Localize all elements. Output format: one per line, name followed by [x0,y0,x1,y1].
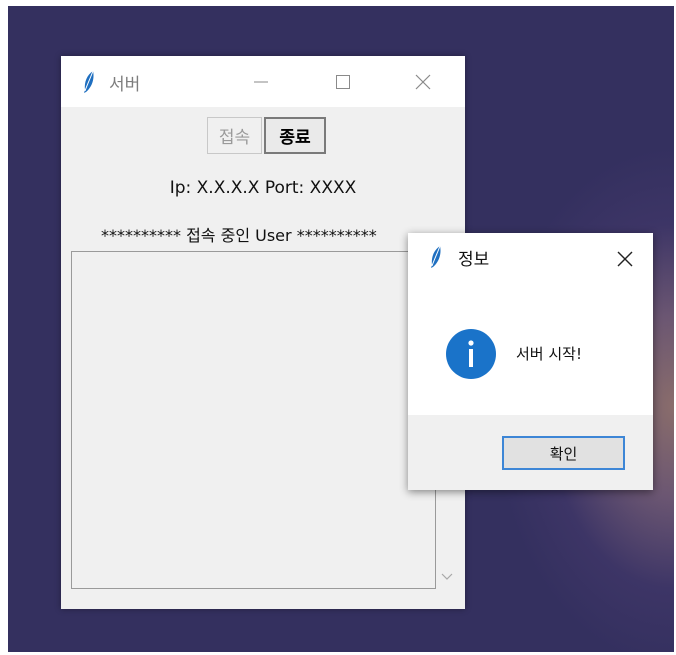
ok-button[interactable]: 확인 [502,436,625,470]
scroll-down-button[interactable] [439,571,455,583]
close-icon [415,74,431,90]
title-bar[interactable]: 서버 [61,56,465,107]
dialog-footer: 확인 [408,415,653,490]
connected-users-header: ********** 접속 중인 User ********** [101,226,377,245]
feather-icon [84,70,94,93]
button-row: 접속 종료 [207,117,326,154]
ip-port-label: Ip: X.X.X.X Port: XXXX [169,178,357,198]
info-icon [446,329,496,379]
feather-icon [431,245,441,268]
minimize-button[interactable] [241,66,281,98]
maximize-button[interactable] [323,66,363,98]
dialog-message: 서버 시작! [516,345,582,363]
desktop-background: 서버 접속 종료 Ip: X.X.X.X Port: XXXX ********… [8,6,674,652]
maximize-icon [336,75,350,89]
window-title: 서버 [109,75,141,95]
close-button[interactable] [403,66,443,98]
close-icon [617,251,633,267]
dialog-close-button[interactable] [613,247,637,271]
main-window: 서버 접속 종료 Ip: X.X.X.X Port: XXXX ********… [61,56,465,609]
user-listbox[interactable] [71,251,436,589]
info-dialog: 정보 서버 시작! 확인 [408,233,653,490]
chevron-down-icon [441,573,453,580]
connect-button[interactable]: 접속 [207,117,262,154]
dialog-title: 정보 [458,250,490,270]
minimize-icon [254,81,268,83]
exit-button[interactable]: 종료 [264,117,326,154]
